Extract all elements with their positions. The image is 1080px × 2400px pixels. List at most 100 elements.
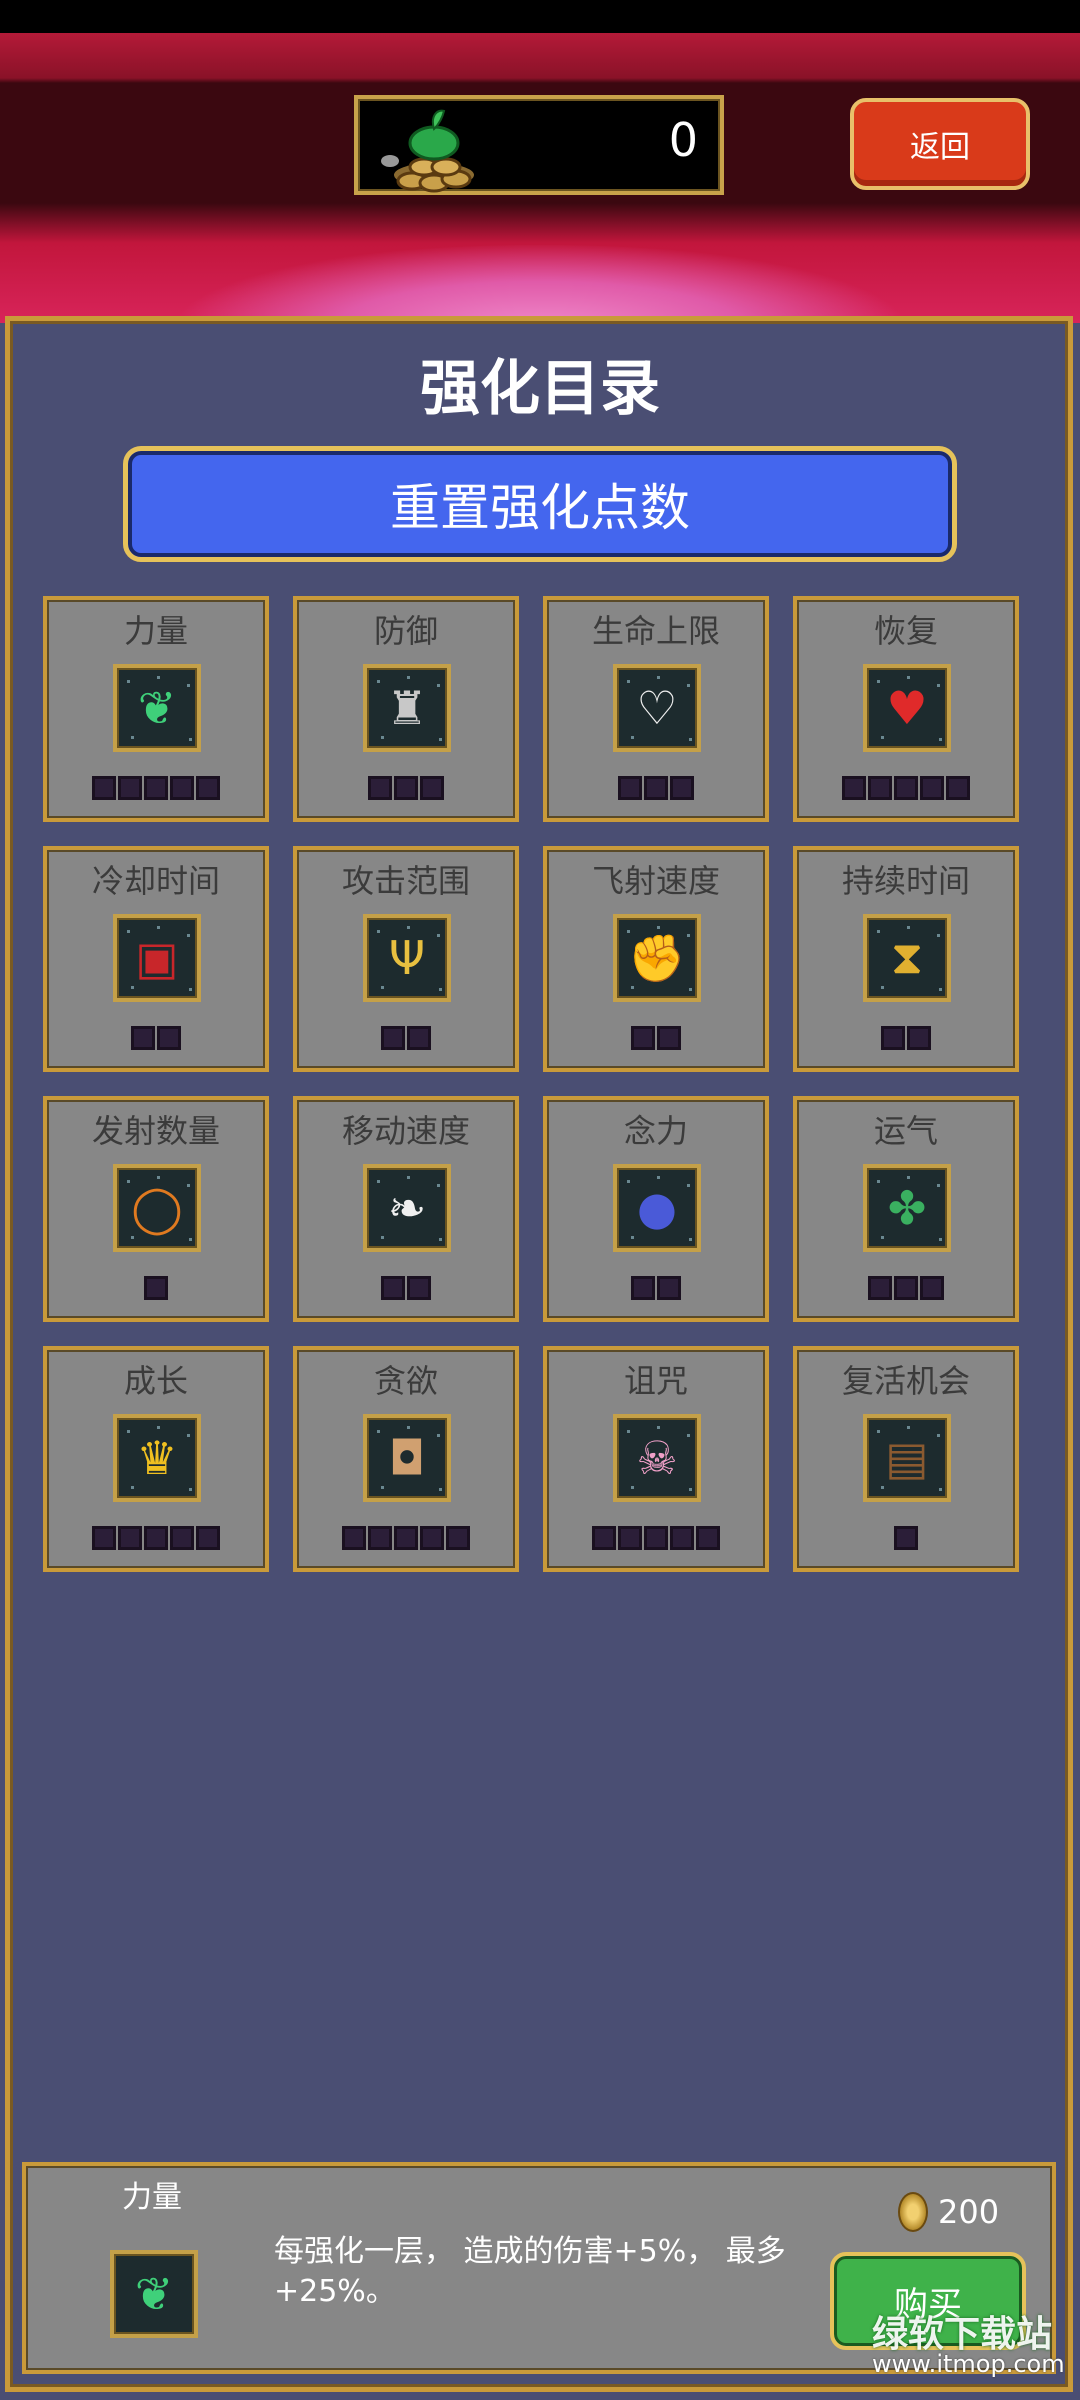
upgrade-level-pips xyxy=(547,1276,765,1300)
level-pip xyxy=(670,776,694,800)
level-pip xyxy=(631,1026,655,1050)
ring-icon: ◯ xyxy=(113,1164,201,1252)
upgrade-cell[interactable]: 防御 ♜ xyxy=(293,596,519,822)
level-pip xyxy=(894,1276,918,1300)
status-bar xyxy=(0,0,1080,33)
level-pip xyxy=(368,776,392,800)
level-pip xyxy=(196,776,220,800)
upgrade-cell[interactable]: 生命上限 ♡ xyxy=(543,596,769,822)
upgrade-level-pips xyxy=(547,1526,765,1550)
level-pip xyxy=(170,1526,194,1550)
level-pip xyxy=(420,1526,444,1550)
mask-icon: ◘ xyxy=(363,1414,451,1502)
upgrade-level-pips xyxy=(47,1026,265,1050)
upgrade-level-pips xyxy=(547,776,765,800)
upgrade-cell[interactable]: 冷却时间 ▣ xyxy=(43,846,269,1072)
heart-outline-icon: ♡ xyxy=(613,664,701,752)
upgrade-cell[interactable]: 飞射速度 ✊ xyxy=(543,846,769,1072)
upgrade-cell[interactable]: 移动速度 ❧ xyxy=(293,1096,519,1322)
level-pip xyxy=(144,776,168,800)
skull-icon: ☠ xyxy=(613,1414,701,1502)
armor-icon: ♜ xyxy=(363,664,451,752)
level-pip xyxy=(131,1026,155,1050)
upgrade-level-pips xyxy=(47,1276,265,1300)
back-button[interactable]: 返回 xyxy=(850,98,1030,190)
level-pip xyxy=(407,1026,431,1050)
level-pip xyxy=(144,1526,168,1550)
upgrade-cell[interactable]: 发射数量 ◯ xyxy=(43,1096,269,1322)
panel-title: 强化目录 xyxy=(420,354,660,424)
upgrade-cell[interactable]: 诅咒 ☠ xyxy=(543,1346,769,1572)
level-pip xyxy=(644,776,668,800)
coin-counter: 0 xyxy=(354,95,724,195)
level-pip xyxy=(868,1276,892,1300)
upgrade-cell[interactable]: 成长 ♛ xyxy=(43,1346,269,1572)
price-value: 200 xyxy=(938,2193,1000,2231)
level-pip xyxy=(118,776,142,800)
upgrade-label: 恢复 xyxy=(873,612,938,650)
feather-icon: ❦ xyxy=(110,2250,198,2338)
upgrade-level-pips xyxy=(47,1526,265,1550)
level-pip xyxy=(920,1276,944,1300)
level-pip xyxy=(618,1526,642,1550)
book-icon: ▣ xyxy=(113,914,201,1002)
level-pip xyxy=(881,1026,905,1050)
level-pip xyxy=(92,1526,116,1550)
feather-icon: ❦ xyxy=(113,664,201,752)
level-pip xyxy=(170,776,194,800)
upgrade-cell[interactable]: 攻击范围 Ψ xyxy=(293,846,519,1072)
upgrade-cell[interactable]: 运气 ✤ xyxy=(793,1096,1019,1322)
upgrade-label: 力量 xyxy=(123,612,188,650)
coin-stack-icon xyxy=(381,109,474,193)
watermark-url: www.itmop.com xyxy=(872,2350,1065,2378)
level-pip xyxy=(868,776,892,800)
price-tag: 200 xyxy=(898,2192,999,2232)
upgrade-level-pips xyxy=(297,1276,515,1300)
upgrade-level-pips xyxy=(797,1276,1015,1300)
upgrade-cell[interactable]: 念力 ● xyxy=(543,1096,769,1322)
cake-icon: ▤ xyxy=(863,1414,951,1502)
upgrade-label: 移动速度 xyxy=(341,1112,470,1150)
upgrade-grid: 力量 ❦ 防御 ♜ 生命上限 ♡ 恢复 ♥ 冷却时间 ▣ 攻击范围 Ψ 飞射速度 ✊ 持续时间 ⧗ 发射数量 ◯ 移… xyxy=(43,596,1023,1572)
level-pip xyxy=(618,776,642,800)
upgrade-label: 贪欲 xyxy=(373,1362,438,1400)
crown-icon: ♛ xyxy=(113,1414,201,1502)
level-pip xyxy=(696,1526,720,1550)
upgrade-label: 冷却时间 xyxy=(91,862,220,900)
level-pip xyxy=(381,1026,405,1050)
upgrade-label: 念力 xyxy=(623,1112,688,1150)
upgrade-label: 持续时间 xyxy=(841,862,970,900)
level-pip xyxy=(118,1526,142,1550)
upgrade-cell[interactable]: 力量 ❦ xyxy=(43,596,269,822)
level-pip xyxy=(842,776,866,800)
level-pip xyxy=(342,1526,366,1550)
level-pip xyxy=(657,1026,681,1050)
level-pip xyxy=(670,1526,694,1550)
reset-upgrades-button[interactable]: 重置强化点数 xyxy=(123,446,957,562)
upgrade-label: 攻击范围 xyxy=(341,862,470,900)
upgrade-level-pips xyxy=(297,1026,515,1050)
level-pip xyxy=(196,1526,220,1550)
level-pip xyxy=(394,776,418,800)
upgrade-level-pips xyxy=(797,1026,1015,1050)
upgrade-level-pips xyxy=(297,776,515,800)
level-pip xyxy=(368,1526,392,1550)
level-pip xyxy=(907,1026,931,1050)
upgrade-cell[interactable]: 恢复 ♥ xyxy=(793,596,1019,822)
upgrade-label: 运气 xyxy=(873,1112,938,1150)
upgrade-level-pips xyxy=(797,776,1015,800)
level-pip xyxy=(657,1276,681,1300)
upgrade-label: 发射数量 xyxy=(91,1112,220,1150)
upgrade-cell[interactable]: 持续时间 ⧗ xyxy=(793,846,1019,1072)
selected-upgrade-description: 每强化一层， 造成的伤害+5%， 最多+25%。 xyxy=(274,2234,786,2309)
level-pip xyxy=(446,1526,470,1550)
upgrade-cell[interactable]: 贪欲 ◘ xyxy=(293,1346,519,1572)
coin-icon xyxy=(898,2192,928,2232)
upgrade-label: 防御 xyxy=(373,612,438,650)
gauntlet-icon: ✊ xyxy=(613,914,701,1002)
level-pip xyxy=(592,1526,616,1550)
wing-icon: ❧ xyxy=(363,1164,451,1252)
upgrade-cell[interactable]: 复活机会 ▤ xyxy=(793,1346,1019,1572)
coin-value: 0 xyxy=(668,113,698,167)
level-pip xyxy=(644,1526,668,1550)
